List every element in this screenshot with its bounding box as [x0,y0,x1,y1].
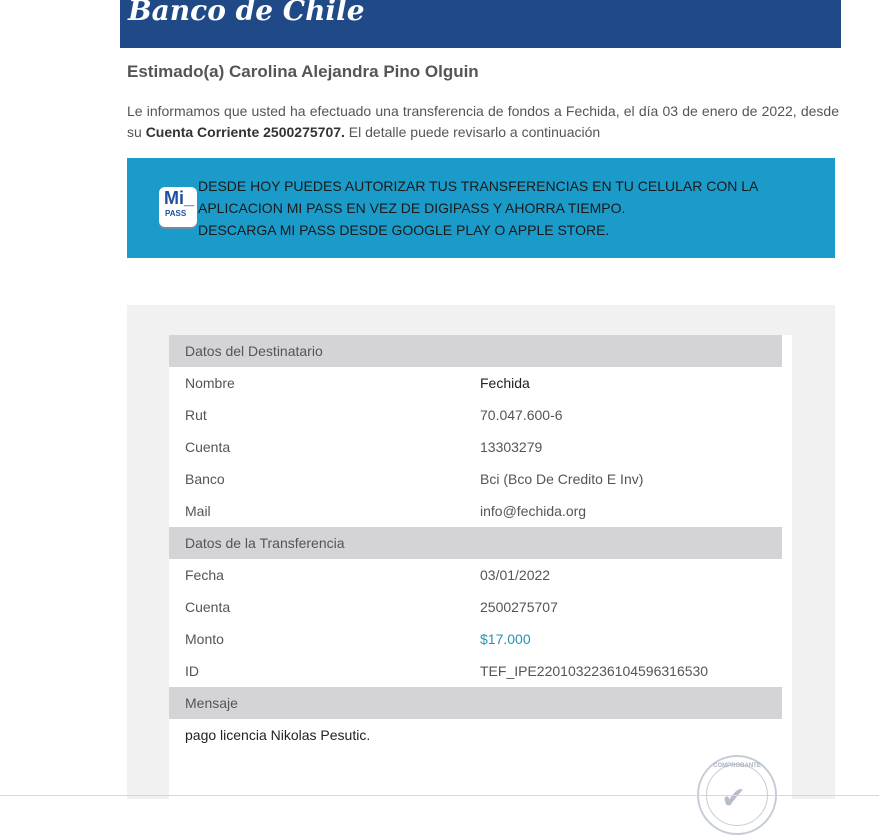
greeting-title: Estimado(a) Carolina Alejandra Pino Olgu… [127,62,479,81]
stamp-text: COMPROBANTE [713,763,761,769]
details-card: Datos del Destinatario Nombre Fechida Ru… [169,335,792,835]
message-text: pago licencia Nikolas Pesutic. [185,727,371,743]
row-value: Bci (Bco De Credito E Inv) [480,471,644,487]
recipient-row-mail: Mail info@fechida.org [169,495,782,527]
recipient-row-rut: Rut 70.047.600-6 [169,399,782,431]
row-value: 2500275707 [480,599,558,615]
section-message-header: Mensaje [169,687,782,719]
row-value: info@fechida.org [480,503,587,519]
mipass-app-icon: Mi_ PASS [159,187,197,227]
row-value: Fechida [480,375,530,391]
bank-header: Banco de Chile [120,0,841,48]
recipient-row-account: Cuenta 13303279 [169,431,782,463]
bank-logo: Banco de Chile [128,0,365,27]
row-label: Mail [185,503,211,519]
row-label: Nombre [185,375,235,391]
row-label: Rut [185,407,207,423]
banner-line-2: DESCARGA MI PASS DESDE GOOGLE PLAY O APP… [198,222,610,238]
row-value: 13303279 [480,439,543,455]
details-panel: Datos del Destinatario Nombre Fechida Ru… [127,305,835,835]
intro-account: Cuenta Corriente 2500275707. [145,124,345,140]
row-label: Monto [185,631,224,647]
mipass-banner[interactable]: Mi_ PASS DESDE HOY PUEDES AUTORIZAR TUS … [127,158,835,258]
section-transfer-header: Datos de la Transferencia [169,527,782,559]
section-transfer-title: Datos de la Transferencia [185,535,345,551]
row-value: 03/01/2022 [480,567,551,583]
row-value: 70.047.600-6 [480,407,563,423]
recipient-row-name: Nombre Fechida [169,367,782,399]
mipass-logo-pass: PASS [165,209,187,218]
transfer-row-id: ID TEF_IPE220103223610459631653​0 [169,655,782,687]
intro-text-end: El detalle puede revisarlo a continuació… [344,124,601,140]
row-label: ID [185,663,199,679]
transfer-row-account: Cuenta 2500275707 [169,591,782,623]
page-bottom-divider [0,795,879,796]
banner-line-1: DESDE HOY PUEDES AUTORIZAR TUS TRANSFERE… [198,178,758,216]
row-label: Fecha [185,567,224,583]
mipass-logo-mi: Mi_ [164,188,195,208]
banner-text: DESDE HOY PUEDES AUTORIZAR TUS TRANSFERE… [198,175,818,241]
recipient-row-bank: Banco Bci (Bco De Credito E Inv) [169,463,782,495]
transfer-row-date: Fecha 03/01/2022 [169,559,782,591]
section-recipient-title: Datos del Destinatario [185,343,323,359]
row-value: $17.000 [480,631,531,647]
row-label: Banco [185,471,225,487]
row-label: Cuenta [185,439,231,455]
section-message-title: Mensaje [185,695,238,711]
section-recipient-header: Datos del Destinatario [169,335,782,367]
intro-paragraph: Le informamos que usted ha efectuado una… [127,101,839,143]
row-value: TEF_IPE220103223610459631653​0 [480,663,709,679]
row-label: Cuenta [185,599,231,615]
transfer-row-amount: Monto $17.000 [169,623,782,655]
